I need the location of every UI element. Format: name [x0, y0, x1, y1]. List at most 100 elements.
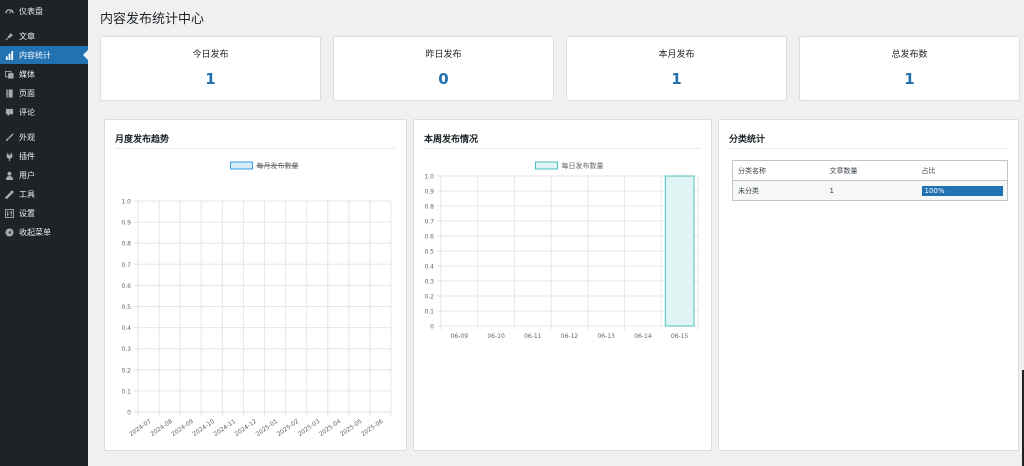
table-header-row: 分类名称 文章数量 占比	[732, 160, 1008, 181]
monthly-trend-panel: 月度发布趋势 每月发布数量 0 0.1 0.2 0.3 0.4 0.5 0.6 0.7 0.8 0.…	[104, 119, 407, 451]
panel-title: 本周发布情况	[424, 135, 479, 145]
sidebar-item-posts[interactable]: 文章	[0, 27, 88, 45]
x-tick-label: 2025-05	[339, 418, 364, 438]
stat-label: 今日发布	[192, 50, 229, 60]
legend-swatch	[230, 161, 253, 170]
sidebar-item-label: 评论	[19, 107, 35, 117]
bar-chart-icon	[4, 50, 14, 60]
x-tick-label: 2024-12	[234, 418, 259, 438]
sidebar-item-tools[interactable]: 工具	[0, 185, 88, 203]
x-tick-label: 06-15	[671, 333, 689, 340]
legend-swatch	[535, 161, 558, 170]
stat-value: 1	[904, 70, 915, 88]
category-name: 未分类	[738, 186, 759, 195]
page-icon	[4, 88, 14, 98]
x-tick-label: 06-10	[487, 333, 505, 340]
y-tick-label: 0	[127, 410, 131, 417]
stat-value: 1	[205, 70, 216, 88]
x-tick-label: 06-14	[634, 333, 652, 340]
category-count: 1	[829, 186, 834, 195]
collapse-icon	[4, 227, 14, 237]
sidebar-item-appearance[interactable]: 外观	[0, 128, 88, 146]
stat-label: 昨日发布	[425, 50, 462, 60]
page-title: 内容发布统计中心	[100, 12, 205, 27]
sidebar-item-label: 收起菜单	[19, 227, 51, 237]
stat-label: 总发布数	[891, 50, 928, 60]
sidebar-item-label: 插件	[19, 151, 35, 161]
y-tick-label: 0.4	[121, 325, 131, 332]
y-tick-label: 0.4	[424, 264, 434, 271]
y-tick-label: 1.0	[424, 174, 434, 181]
weekly-panel: 本周发布情况 每日发布数量 0 0.1 0.2 0.3 0.4 0.5 0.6 0.7 0.8 0.…	[413, 119, 712, 451]
sidebar-item-label: 媒体	[19, 69, 35, 79]
stat-value: 0	[438, 70, 449, 88]
stat-label: 本月发布	[658, 50, 695, 60]
sidebar-item-comments[interactable]: 评论	[0, 103, 88, 121]
sidebar-item-users[interactable]: 用户	[0, 166, 88, 184]
stat-card-month: 本月发布 1	[566, 36, 787, 101]
media-icon	[4, 69, 14, 79]
pin-icon	[4, 31, 14, 41]
x-tick-label: 2024-10	[191, 418, 216, 438]
x-tick-label: 2025-02	[276, 418, 301, 438]
y-tick-label: 0.3	[121, 346, 131, 353]
plugin-icon	[4, 151, 14, 161]
sidebar-item-plugins[interactable]: 插件	[0, 147, 88, 165]
y-tick-label: 0.9	[424, 189, 434, 196]
x-tick-label: 2025-01	[255, 418, 280, 438]
divider	[729, 148, 1008, 149]
sidebar-item-media[interactable]: 媒体	[0, 65, 88, 83]
x-tick-label: 2024-08	[149, 418, 174, 438]
sidebar-item-dashboard[interactable]: 仪表盘	[0, 2, 88, 20]
sidebar-item-label: 文章	[19, 31, 35, 41]
stat-value: 1	[671, 70, 682, 88]
x-tick-label: 06-12	[561, 333, 579, 340]
panel-title: 月度发布趋势	[115, 135, 170, 145]
x-tick-label: 2024-11	[212, 418, 237, 438]
brush-icon	[4, 132, 14, 142]
y-tick-label: 0.1	[121, 388, 131, 395]
x-tick-label: 2025-06	[360, 418, 385, 438]
table-row: 未分类 1 100%	[732, 180, 1008, 201]
sidebar-item-label: 设置	[19, 208, 35, 218]
x-tick-label: 2025-04	[318, 418, 343, 438]
settings-icon	[4, 208, 14, 218]
y-tick-label: 0.3	[424, 279, 434, 286]
monthly-trend-chart: 每月发布数量00.10.20.30.40.50.60.70.80.91.0202…	[121, 161, 392, 438]
y-tick-label: 0.2	[121, 367, 131, 374]
x-tick-label: 06-11	[524, 333, 542, 340]
sidebar-item-content-stats[interactable]: 内容统计	[0, 46, 88, 64]
y-tick-label: 0.6	[424, 234, 434, 241]
divider	[424, 148, 701, 149]
category-percent-cell: 100%	[917, 181, 1008, 201]
collapse-menu-button[interactable]: 收起菜单	[0, 223, 88, 241]
percent-bar: 100%	[921, 185, 1003, 196]
sidebar-item-label: 内容统计	[19, 50, 51, 60]
column-header: 文章数量	[824, 160, 917, 181]
x-tick-label: 2025-03	[297, 418, 322, 438]
dashboard-icon	[4, 6, 14, 16]
x-tick-label: 06-09	[451, 333, 469, 340]
category-table: 分类名称 文章数量 占比 未分类 1 100%	[732, 160, 1008, 201]
divider	[115, 148, 396, 149]
y-tick-label: 0.5	[121, 304, 131, 311]
y-tick-label: 0	[430, 324, 434, 331]
bar	[664, 175, 695, 327]
wrench-icon	[4, 189, 14, 199]
stat-card-total: 总发布数 1	[799, 36, 1020, 101]
y-tick-label: 0.6	[121, 283, 131, 290]
x-tick-label: 2024-07	[128, 418, 153, 438]
current-menu-arrow	[83, 50, 88, 60]
stat-card-today: 今日发布 1	[100, 36, 321, 101]
sidebar-item-label: 用户	[19, 170, 35, 180]
category-panel: 分类统计 分类名称 文章数量 占比 未分类 1 100%	[718, 119, 1019, 451]
y-tick-label: 0.9	[121, 220, 131, 227]
y-tick-label: 0.1	[424, 309, 434, 316]
user-icon	[4, 170, 14, 180]
column-header: 分类名称	[732, 160, 825, 181]
legend-label: 每日发布数量	[562, 161, 604, 170]
sidebar-item-settings[interactable]: 设置	[0, 204, 88, 222]
sidebar-item-pages[interactable]: 页面	[0, 84, 88, 102]
y-tick-label: 0.2	[424, 294, 434, 301]
y-tick-label: 0.8	[424, 204, 434, 211]
